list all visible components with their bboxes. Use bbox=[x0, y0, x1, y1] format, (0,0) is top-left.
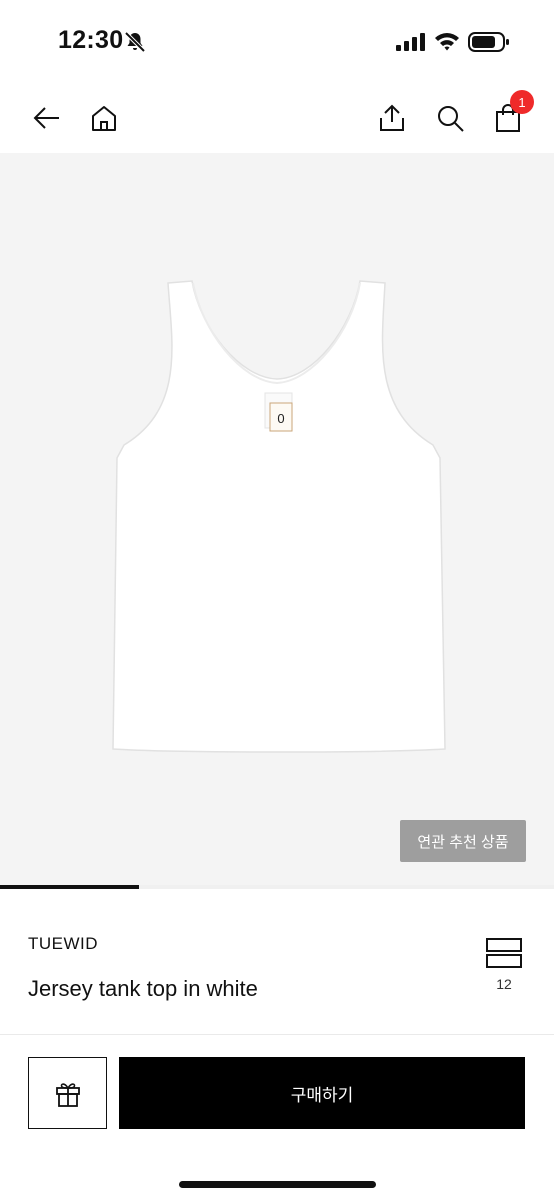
bell-off-icon bbox=[124, 31, 146, 53]
home-button[interactable] bbox=[84, 98, 124, 138]
nav-bar: 1 bbox=[0, 86, 554, 152]
cart-button[interactable]: 1 bbox=[488, 90, 534, 138]
bookmark-icon bbox=[486, 938, 522, 968]
battery-icon bbox=[468, 32, 509, 52]
gift-button[interactable] bbox=[28, 1057, 107, 1129]
back-arrow-icon bbox=[33, 107, 59, 129]
image-progress-bar bbox=[0, 885, 554, 889]
status-bar: 12:30 bbox=[0, 0, 554, 80]
brand-name[interactable]: TUEWID bbox=[28, 934, 98, 954]
wifi-icon bbox=[435, 33, 459, 51]
search-icon bbox=[438, 106, 464, 132]
search-button[interactable] bbox=[430, 98, 470, 138]
signal-icon bbox=[396, 33, 425, 51]
home-icon bbox=[92, 106, 116, 131]
gift-icon bbox=[55, 1083, 80, 1107]
product-image-carousel[interactable]: 0 bbox=[0, 153, 554, 886]
bookmark-button[interactable]: 12 bbox=[484, 936, 524, 996]
product-tag-label: 0 bbox=[277, 411, 284, 426]
bookmark-count: 12 bbox=[496, 976, 512, 992]
share-icon bbox=[380, 104, 404, 131]
image-progress-fill bbox=[0, 885, 139, 889]
status-time: 12:30 bbox=[58, 26, 124, 54]
product-name: Jersey tank top in white bbox=[28, 976, 258, 1001]
section-divider bbox=[0, 1034, 554, 1035]
buy-button[interactable]: 구매하기 bbox=[119, 1057, 525, 1129]
cart-count-badge: 1 bbox=[510, 90, 534, 114]
related-products-button[interactable]: 연관 추천 상품 bbox=[400, 820, 526, 862]
share-button[interactable] bbox=[372, 98, 412, 138]
product-image: 0 bbox=[112, 280, 446, 753]
back-button[interactable] bbox=[26, 98, 66, 138]
home-indicator bbox=[179, 1181, 376, 1188]
